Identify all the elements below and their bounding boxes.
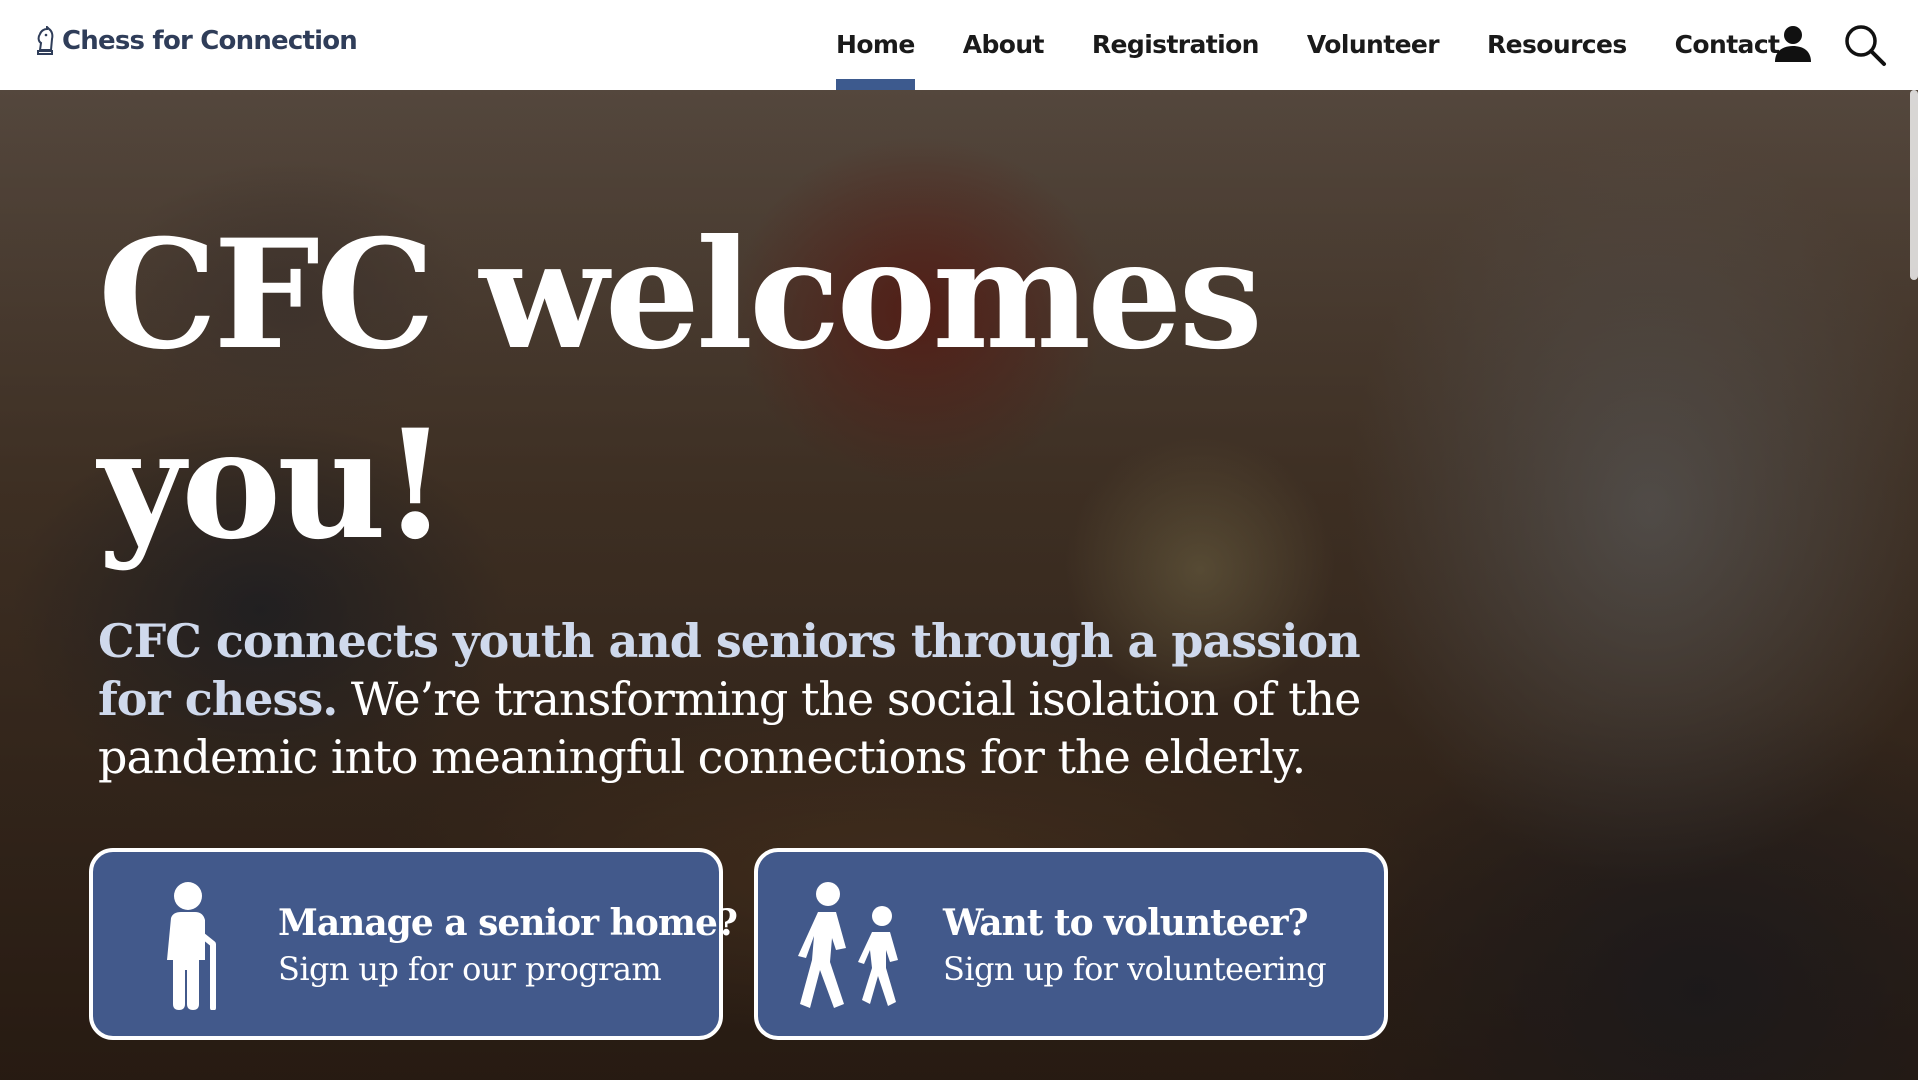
- brand-name: Chess for Connection: [62, 26, 358, 56]
- user-icon[interactable]: [1770, 22, 1816, 68]
- walking-people-icon: [798, 882, 898, 1008]
- card-subtitle: Sign up for volunteering: [943, 950, 1327, 988]
- nav-registration[interactable]: Registration: [1068, 0, 1283, 90]
- card-title: Want to volunteer?: [943, 902, 1309, 944]
- search-icon[interactable]: [1842, 22, 1888, 68]
- scrollbar[interactable]: [1910, 90, 1918, 280]
- hero-title: CFC welcomes you!: [98, 207, 1263, 573]
- card-subtitle: Sign up for our program: [278, 950, 662, 988]
- hero-description: CFC connects youth and seniors through a…: [98, 612, 1418, 786]
- main-nav: Home About Registration Volunteer Resour…: [812, 0, 1803, 90]
- brand-link[interactable]: Chess for Connection: [34, 26, 358, 56]
- site-header: Chess for Connection Home About Registra…: [0, 0, 1918, 90]
- volunteer-signup-card[interactable]: Want to volunteer? Sign up for volunteer…: [754, 848, 1388, 1040]
- card-title: Manage a senior home?: [278, 902, 738, 944]
- senior-home-signup-card[interactable]: Manage a senior home? Sign up for our pr…: [89, 848, 738, 1040]
- nav-volunteer[interactable]: Volunteer: [1283, 0, 1463, 90]
- chess-knight-icon: [37, 26, 54, 55]
- nav-resources[interactable]: Resources: [1463, 0, 1651, 90]
- nav-home[interactable]: Home: [812, 0, 939, 90]
- hero-section: CFC welcomes you! CFC connects youth and…: [0, 90, 1918, 1080]
- elderly-person-icon: [167, 882, 216, 1010]
- nav-about[interactable]: About: [939, 0, 1068, 90]
